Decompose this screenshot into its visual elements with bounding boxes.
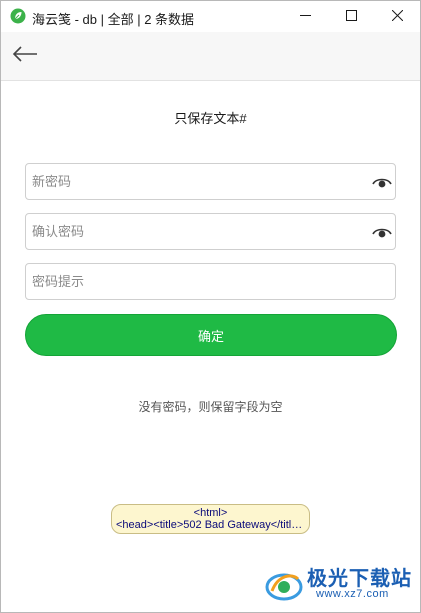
- confirm-button[interactable]: 确定: [25, 314, 397, 356]
- new-password-field: [25, 163, 396, 200]
- password-hint-input[interactable]: [26, 264, 395, 299]
- error-line-1: <html>: [193, 507, 228, 519]
- eye-icon[interactable]: [372, 172, 392, 192]
- app-window: 海云笺 - db | 全部 | 2 条数据 只保存文本# 密码提示 确定 没有密…: [0, 0, 421, 613]
- empty-password-hint: 没有密码，则保留字段为空: [138, 400, 283, 414]
- title-bar: 海云笺 - db | 全部 | 2 条数据: [1, 1, 420, 32]
- watermark: 极光下载站 www.xz7.com: [264, 561, 416, 607]
- page-title: 只保存文本#: [174, 111, 247, 126]
- error-toast: <html> <head><title>502 Bad Gateway</tit…: [111, 504, 310, 534]
- nav-bar: [1, 32, 420, 81]
- new-password-input[interactable]: [26, 164, 395, 199]
- maximize-icon: [345, 8, 357, 26]
- close-icon: [391, 8, 403, 26]
- minimize-icon: [299, 8, 311, 26]
- eye-icon[interactable]: [372, 222, 392, 242]
- window-title: 海云笺 - db | 全部 | 2 条数据: [32, 12, 195, 27]
- leaf-logo-icon: [10, 8, 26, 24]
- maximize-button[interactable]: [328, 1, 374, 32]
- back-button[interactable]: [9, 41, 41, 71]
- watermark-logo-icon: [264, 565, 304, 610]
- watermark-title: 极光下载站: [307, 568, 412, 590]
- minimize-button[interactable]: [282, 1, 328, 32]
- password-hint-field: [25, 263, 396, 300]
- confirm-password-input[interactable]: [26, 214, 395, 249]
- confirm-password-field: [25, 213, 396, 250]
- error-line-2: <head><title>502 Bad Gateway</title></he…: [116, 519, 309, 531]
- close-button[interactable]: [374, 1, 420, 32]
- watermark-url: www.xz7.com: [316, 588, 389, 600]
- arrow-left-icon: [12, 45, 38, 67]
